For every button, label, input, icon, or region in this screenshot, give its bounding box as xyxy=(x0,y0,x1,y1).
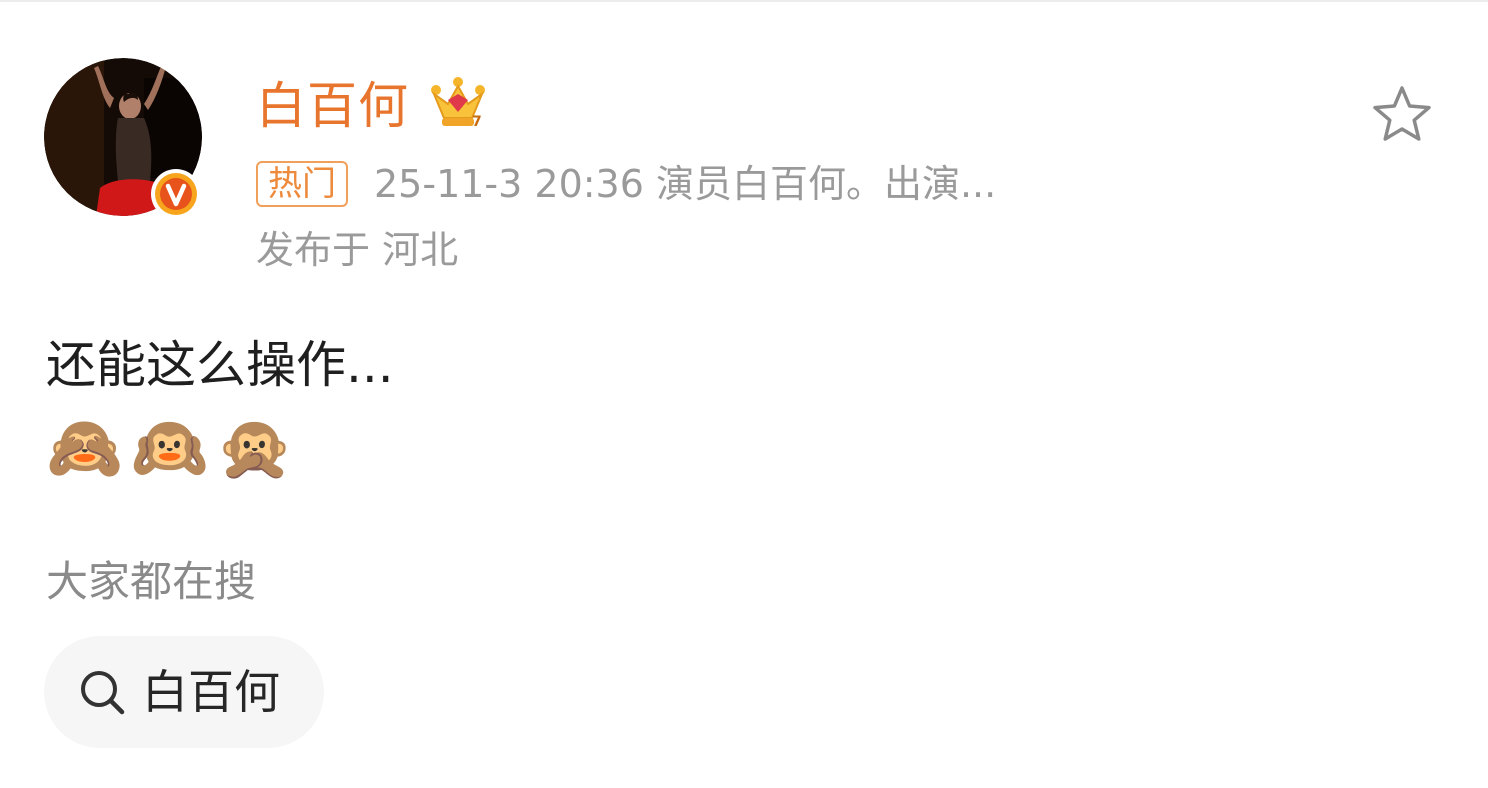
post-content: 还能这么操作... xyxy=(46,336,394,394)
post-location: 发布于 河北 xyxy=(256,228,459,272)
trending-search-heading: 大家都在搜 xyxy=(46,557,257,606)
search-icon xyxy=(81,671,125,715)
avatar[interactable] xyxy=(44,58,202,219)
hot-badge: 热门 xyxy=(256,161,348,207)
verified-v-badge-icon xyxy=(151,169,201,219)
trending-search-label: 白百何 xyxy=(142,665,280,719)
post-emoji: 🙈🙉🙊 xyxy=(46,411,302,484)
crown-icon[interactable]: 7 xyxy=(428,74,488,130)
svg-text:7: 7 xyxy=(472,114,482,130)
star-icon xyxy=(1373,86,1431,141)
author-name[interactable]: 白百何 xyxy=(256,68,409,144)
post-meta: 热门 25-11-3 20:36 演员白百何。出演... xyxy=(256,158,996,210)
favorite-button[interactable] xyxy=(1366,78,1438,150)
weibo-post-card: 白百何 7 热门 25-11-3 20:36 演员白百何。出演... 发布于 河… xyxy=(0,0,1488,788)
post-time-and-source: 25-11-3 20:36 演员白百何。出演... xyxy=(374,162,997,206)
trending-search-chip[interactable]: 白百何 xyxy=(44,636,324,748)
